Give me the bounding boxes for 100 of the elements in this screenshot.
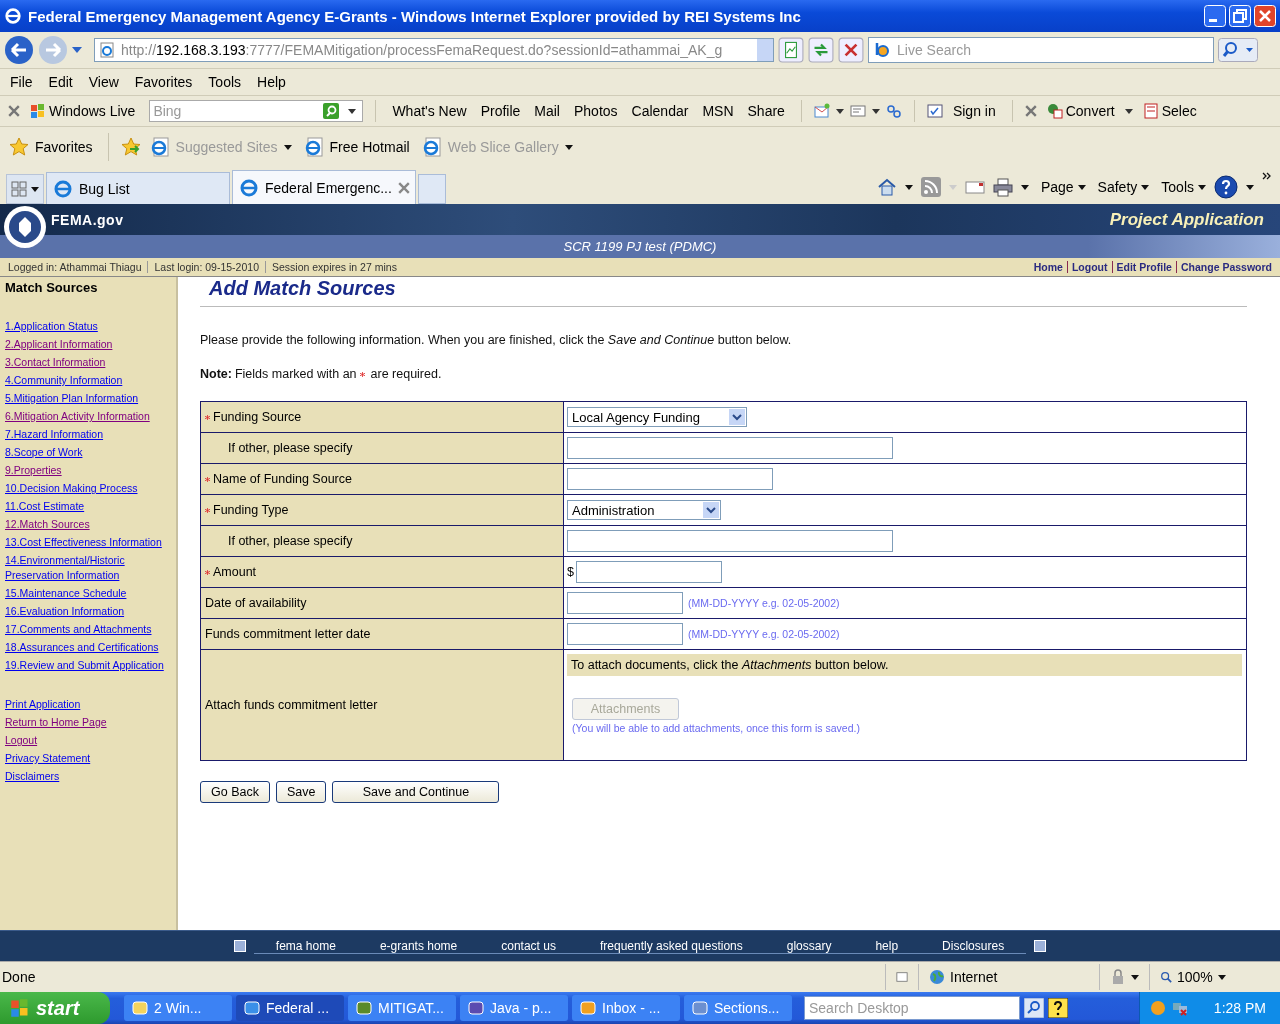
command-menu[interactable]: Safety <box>1097 179 1150 195</box>
form-button[interactable]: Save <box>275 781 327 803</box>
form-button[interactable]: Save and Continue <box>332 781 500 803</box>
command-menu[interactable]: Page <box>1040 179 1086 195</box>
taskbar-button[interactable]: Inbox - ... <box>572 995 680 1021</box>
header-link[interactable]: Edit Profile <box>1111 261 1176 273</box>
footer-link[interactable]: Disclosures <box>920 938 1027 954</box>
minimize-button[interactable] <box>1204 5 1226 27</box>
sidebar-link[interactable]: Privacy Statement <box>5 751 176 766</box>
favorite-link[interactable]: Free Hotmail <box>300 137 413 157</box>
select-button[interactable]: Selec <box>1138 103 1201 119</box>
stop-icon[interactable] <box>838 37 864 63</box>
history-dropdown-icon[interactable] <box>72 47 82 53</box>
footer-link[interactable]: glossary <box>764 938 854 954</box>
menu-item[interactable]: File <box>2 74 41 90</box>
card-icon[interactable] <box>849 103 866 119</box>
toolbar-link[interactable]: Mail <box>530 103 564 119</box>
help-icon[interactable] <box>1214 175 1238 199</box>
sidebar-link[interactable]: 12.Match Sources <box>5 517 176 532</box>
date-field[interactable] <box>567 592 683 614</box>
sidebar-link[interactable]: 13.Cost Effectiveness Information <box>5 535 176 550</box>
toolbar-link[interactable]: What's New <box>388 103 471 119</box>
menu-item[interactable]: Favorites <box>126 74 201 90</box>
search-field[interactable]: Live Search <box>868 37 1214 63</box>
close-toolbar-icon[interactable] <box>8 105 20 117</box>
caret-icon[interactable] <box>348 109 357 114</box>
compatibility-view-icon[interactable] <box>778 37 804 63</box>
sidebar-link[interactable]: 9.Properties <box>5 463 176 478</box>
input-field[interactable] <box>567 530 893 552</box>
sidebar-link[interactable]: 18.Assurances and Certifications <box>5 640 176 655</box>
taskbar-button[interactable]: MITIGAT... <box>348 995 456 1021</box>
search-icon[interactable] <box>323 103 340 119</box>
toolbar-link[interactable]: Calendar <box>627 103 693 119</box>
sidebar-link[interactable]: 11.Cost Estimate <box>5 499 176 514</box>
help-icon[interactable] <box>1048 998 1068 1018</box>
sidebar-link[interactable]: 5.Mitigation Plan Information <box>5 391 176 406</box>
header-link[interactable]: Logout <box>1066 261 1112 273</box>
taskbar-button[interactable]: Federal ... <box>236 995 344 1021</box>
sidebar-link[interactable]: 2.Applicant Information <box>5 337 176 352</box>
close-toolbar-icon[interactable] <box>1024 105 1037 117</box>
sidebar-link[interactable]: 16.Evaluation Information <box>5 604 176 619</box>
address-field[interactable]: http://192.168.3.193:7777/FEMAMitigation/processFemaRequest.do?sessionId=athammai_AK_g <box>94 38 774 62</box>
footer-link[interactable]: e-grants home <box>357 938 480 954</box>
sidebar-link[interactable]: 14.Environmental/Historic Preservation Information <box>5 553 176 583</box>
close-button[interactable] <box>1254 5 1276 27</box>
mail-icon[interactable] <box>813 103 830 119</box>
bing-search-field[interactable]: Bing <box>149 100 364 122</box>
toolbar-link[interactable]: Profile <box>476 103 525 119</box>
back-button[interactable] <box>4 35 34 65</box>
toolbar-link[interactable]: Share <box>743 103 789 119</box>
caret-icon[interactable] <box>1124 108 1133 114</box>
taskbar-button[interactable]: 2 Win... <box>124 995 232 1021</box>
menu-item[interactable]: View <box>80 74 127 90</box>
sidebar-link[interactable]: Logout <box>5 733 176 748</box>
date-field[interactable] <box>567 623 683 645</box>
footer-link[interactable]: help <box>853 938 921 954</box>
sidebar-link[interactable]: 17.Comments and Attachments <box>5 622 176 637</box>
search-button[interactable] <box>1218 38 1258 62</box>
windows-live-button[interactable]: Windows Live <box>26 103 140 119</box>
footer-link[interactable]: contact us <box>479 938 578 954</box>
command-menu[interactable]: Tools <box>1161 179 1206 195</box>
sidebar-link[interactable]: 7.Hazard Information <box>5 427 176 442</box>
sidebar-link[interactable]: 19.Review and Submit Application <box>5 658 176 673</box>
print-icon[interactable] <box>992 177 1013 197</box>
caret-icon[interactable] <box>835 108 844 114</box>
home-icon[interactable] <box>876 177 897 197</box>
close-tab-icon[interactable] <box>397 181 410 194</box>
taskbar-button[interactable]: Sections... <box>684 995 792 1021</box>
sidebar-link[interactable]: 4.Community Information <box>5 373 176 388</box>
browser-tab[interactable]: Federal Emergenc... <box>232 170 416 204</box>
site-logo[interactable]: FEMA.gov <box>51 212 124 228</box>
quick-tabs-button[interactable] <box>6 174 44 204</box>
desktop-search-field[interactable]: Search Desktop <box>804 996 1020 1020</box>
feed-icon[interactable] <box>920 177 941 197</box>
toolbar-link[interactable]: Photos <box>570 103 622 119</box>
sidebar-link[interactable]: 10.Decision Making Process <box>5 481 176 496</box>
sidebar-link[interactable]: 1.Application Status <box>5 319 176 334</box>
footer-link[interactable]: fema home <box>253 938 358 954</box>
convert-button[interactable]: Convert <box>1042 103 1119 119</box>
sidebar-link[interactable]: Return to Home Page <box>5 715 176 730</box>
dropdown-field[interactable]: Administration <box>567 500 721 520</box>
zoom-button[interactable]: 100% <box>1149 964 1280 990</box>
sidebar-link[interactable]: Print Application <box>5 697 176 712</box>
browser-tab[interactable]: Bug List <box>46 172 230 204</box>
chevron-icon[interactable] <box>1262 172 1272 180</box>
sign-in-link[interactable]: Sign in <box>948 103 1000 119</box>
header-link[interactable]: Change Password <box>1175 261 1276 273</box>
input-field[interactable] <box>567 468 773 490</box>
menu-item[interactable]: Tools <box>200 74 250 90</box>
menu-item[interactable]: Help <box>249 74 294 90</box>
menu-item[interactable]: Edit <box>40 74 81 90</box>
footer-link[interactable]: frequently asked questions <box>577 938 765 954</box>
caret-icon[interactable] <box>1020 184 1029 190</box>
header-link[interactable]: Home <box>1029 261 1067 273</box>
caret-icon[interactable] <box>871 108 880 114</box>
favorites-button[interactable]: Favorites <box>6 137 96 157</box>
restore-button[interactable] <box>1229 5 1251 27</box>
input-field[interactable] <box>575 561 722 583</box>
input-field[interactable] <box>567 437 893 459</box>
taskbar-button[interactable]: Java - p... <box>460 995 568 1021</box>
